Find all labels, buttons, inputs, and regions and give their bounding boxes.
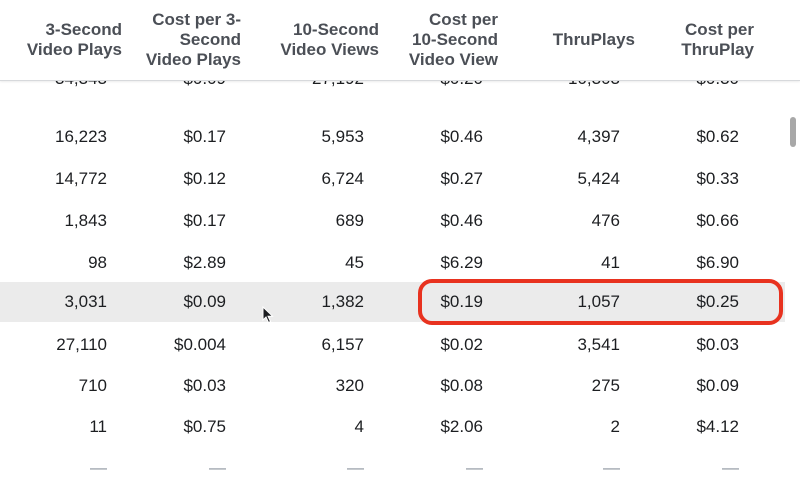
- table-header: 3-Second Video Plays Cost per 3- Second …: [0, 0, 800, 81]
- cell-3s-plays: 11: [89, 417, 107, 436]
- cell-thruplays: 3,541: [577, 335, 620, 354]
- cell-10s-views: 6,157: [321, 335, 364, 354]
- cell-cost-3s: $0.09: [183, 292, 226, 311]
- cell-cost-thruplay: $0.62: [696, 127, 739, 146]
- cell-thruplays: 476: [591, 211, 620, 230]
- cell-cost-10s: $2.06: [440, 417, 483, 436]
- cell-cost-10s: $6.29: [440, 253, 483, 272]
- column-header-cost-per-10s-video-view[interactable]: Cost per 10-Second Video View: [383, 0, 498, 80]
- cell-cost-3s: $0.75: [183, 417, 226, 436]
- cell-cost-10s: —: [466, 458, 483, 477]
- cell-cost-3s: $0.12: [183, 169, 226, 188]
- cell-cost-3s: $0.03: [183, 376, 226, 395]
- column-header-label: 10-Second Video Views: [280, 20, 379, 59]
- cell-cost-10s: $0.08: [440, 376, 483, 395]
- highlight-annotation-box: [418, 279, 783, 325]
- cell-3s-plays: 98: [88, 253, 107, 272]
- cell-10s-views: 6,724: [321, 169, 364, 188]
- cell-3s-plays: 3,031: [64, 292, 107, 311]
- cell-thruplays: —: [603, 458, 620, 477]
- cell-3s-plays: 14,772: [55, 169, 107, 188]
- cell-thruplays: 4,397: [577, 127, 620, 146]
- table-row[interactable]: 98 $2.89 45 $6.29 41 $6.90: [0, 243, 785, 283]
- cell-cost-thruplay: $4.12: [696, 417, 739, 436]
- cell-cost-10s: $0.02: [440, 335, 483, 354]
- cell-3s-plays: 16,223: [55, 127, 107, 146]
- cell-cost-3s: $0.17: [183, 127, 226, 146]
- cell-3s-plays: 27,110: [56, 335, 107, 354]
- cell-3s-plays: 1,843: [64, 211, 107, 230]
- column-header-cost-per-3s-video-plays[interactable]: Cost per 3- Second Video Plays: [126, 0, 241, 80]
- cell-10s-views: 320: [335, 376, 364, 395]
- table-row[interactable]: 1,843 $0.17 689 $0.46 476 $0.66: [0, 201, 785, 241]
- cell-10s-views: 689: [335, 211, 364, 230]
- cell-cost-10s: $0.46: [440, 127, 483, 146]
- cell-thruplays: 5,424: [577, 169, 620, 188]
- cell-10s-views: 4: [354, 417, 364, 436]
- column-header-label: Cost per ThruPlay: [681, 20, 754, 59]
- cell-cost-thruplay: $0.09: [696, 376, 739, 395]
- table-row[interactable]: 710 $0.03 320 $0.08 275 $0.09: [0, 366, 785, 406]
- table-row[interactable]: 14,772 $0.12 6,724 $0.27 5,424 $0.33: [0, 159, 785, 199]
- cell-cost-thruplay: $0.03: [696, 335, 739, 354]
- cell-3s-plays: 710: [78, 376, 107, 395]
- column-header-10s-video-views[interactable]: 10-Second Video Views: [249, 0, 379, 80]
- cell-cost-thruplay: $6.90: [696, 253, 739, 272]
- cell-cost-thruplay: $0.33: [696, 169, 739, 188]
- column-header-label: Cost per 10-Second Video View: [408, 10, 498, 69]
- column-header-cost-per-thruplay[interactable]: Cost per ThruPlay: [639, 0, 754, 80]
- table-row[interactable]: 11 $0.75 4 $2.06 2 $4.12: [0, 407, 785, 447]
- cell-thruplays: 2: [610, 417, 620, 436]
- vertical-scrollbar[interactable]: [787, 80, 800, 470]
- cell-cost-3s: $0.004: [174, 335, 226, 354]
- cell-cost-3s: —: [209, 458, 226, 477]
- mouse-pointer-icon: [262, 306, 274, 324]
- table-row[interactable]: 16,223 $0.17 5,953 $0.46 4,397 $0.62: [0, 117, 785, 157]
- cell-3s-plays: —: [90, 458, 107, 477]
- table-row[interactable]: — — — — — —: [0, 448, 785, 488]
- cell-thruplays: 41: [601, 253, 620, 272]
- column-header-label: 3-Second Video Plays: [26, 20, 122, 59]
- cell-10s-views: 1,382: [321, 292, 364, 311]
- column-header-thruplays[interactable]: ThruPlays: [505, 0, 635, 80]
- cell-10s-views: 5,953: [321, 127, 364, 146]
- column-header-3s-video-plays[interactable]: 3-Second Video Plays: [2, 0, 122, 80]
- scrollbar-thumb[interactable]: [790, 117, 796, 147]
- cell-10s-views: 45: [345, 253, 364, 272]
- cell-cost-thruplay: —: [722, 458, 739, 477]
- column-header-label: Cost per 3- Second Video Plays: [145, 10, 241, 69]
- cell-cost-10s: $0.46: [440, 211, 483, 230]
- cell-cost-10s: $0.27: [440, 169, 483, 188]
- cell-cost-3s: $0.17: [183, 211, 226, 230]
- cell-10s-views: —: [347, 458, 364, 477]
- cell-cost-thruplay: $0.66: [696, 211, 739, 230]
- column-header-label: ThruPlays: [552, 30, 635, 49]
- cell-cost-3s: $2.89: [183, 253, 226, 272]
- cell-thruplays: 275: [591, 376, 620, 395]
- table-row[interactable]: 27,110 $0.004 6,157 $0.02 3,541 $0.03: [0, 325, 785, 365]
